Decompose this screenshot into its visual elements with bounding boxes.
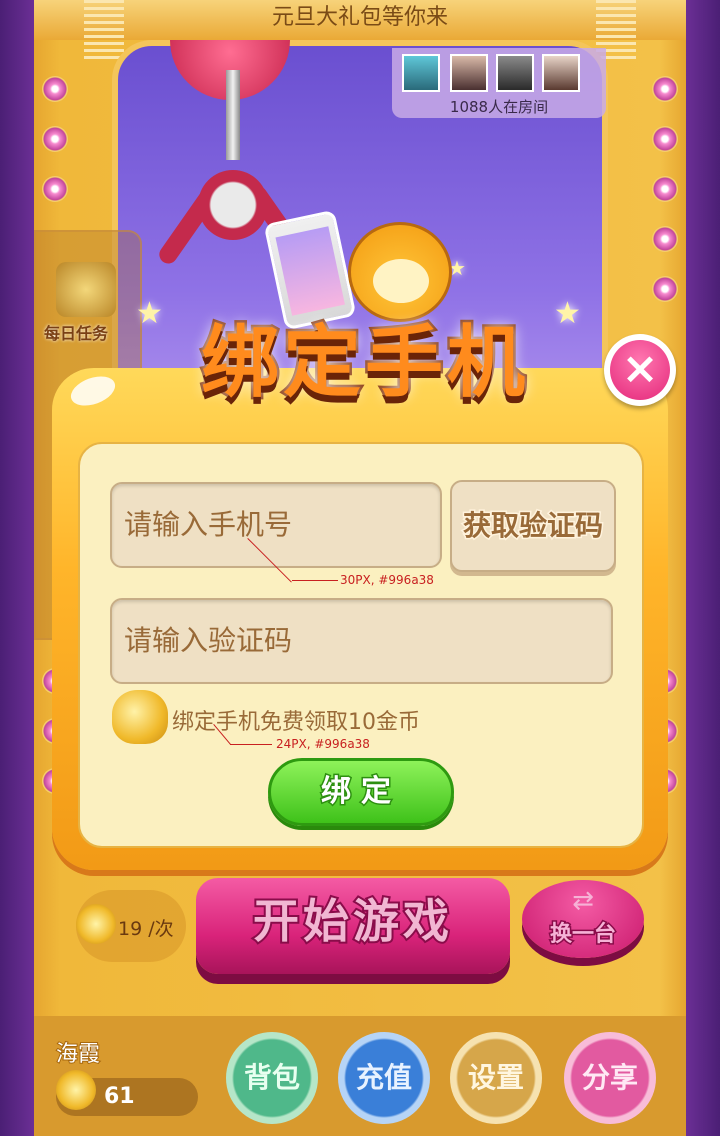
annotation-phone-field: 30PX, #996a38 — [340, 573, 434, 587]
light-bulb — [652, 126, 678, 152]
dialog-title: 绑定手机 — [198, 316, 529, 411]
share-button[interactable]: 分享 — [564, 1032, 656, 1124]
start-game-button[interactable]: 开始游戏 — [196, 878, 510, 974]
light-bulb — [42, 176, 68, 202]
light-bulb — [652, 176, 678, 202]
annotation-bonus: 24PX, #996a38 — [276, 737, 370, 751]
recharge-button[interactable]: 充值 — [338, 1032, 430, 1124]
phone-input[interactable]: 请输入手机号 — [110, 482, 442, 568]
refresh-icon: ⇄ — [572, 886, 594, 916]
light-bulb — [42, 76, 68, 102]
bag-button[interactable]: 背包 — [226, 1032, 318, 1124]
avatar[interactable] — [402, 54, 440, 92]
username: 海霞 — [55, 1041, 101, 1068]
bind-button[interactable]: 绑定 — [268, 758, 454, 826]
coin-icon — [56, 1070, 96, 1110]
claw-hub — [198, 170, 268, 240]
price-pill: 19 /次 — [76, 890, 186, 962]
coin-balance: 61 — [104, 1084, 135, 1109]
star-decoration: ★ — [136, 296, 163, 331]
bind-bonus-text: 绑定手机免费领取10金币 — [172, 710, 420, 735]
avatar[interactable] — [542, 54, 580, 92]
task-scroll-icon[interactable] — [56, 262, 116, 317]
light-bulb — [652, 276, 678, 302]
verification-code-input[interactable]: 请输入验证码 — [110, 598, 613, 684]
coin-icon — [76, 904, 116, 944]
room-count: 1088人在房间 — [449, 98, 549, 116]
light-bulb — [42, 126, 68, 152]
bear-mascot — [348, 222, 452, 322]
daily-task-label[interactable]: 每日任务 — [44, 320, 108, 344]
phone-screen — [275, 226, 345, 316]
price-per-play: 19 /次 — [118, 918, 174, 940]
get-code-button[interactable]: 获取验证码 — [450, 480, 616, 572]
room-avatars: 1088人在房间 — [392, 48, 606, 118]
promo-title: 元旦大礼包等你来 — [271, 5, 448, 30]
coin-bag-icon — [112, 690, 168, 744]
light-bulb — [652, 226, 678, 252]
game-screen: 元旦大礼包等你来 1088人在房间 每日任务 19 /次 开始游戏 ⇄ 换一台 — [0, 0, 720, 1136]
switch-machine-button[interactable]: ⇄ 换一台 — [522, 880, 644, 958]
annotation-line — [230, 744, 272, 745]
switch-machine-label: 换一台 — [548, 921, 617, 949]
close-icon: × — [610, 340, 670, 400]
close-button[interactable]: × — [604, 334, 676, 406]
annotation-line — [292, 580, 338, 581]
light-bulb — [652, 76, 678, 102]
settings-button[interactable]: 设置 — [450, 1032, 542, 1124]
bear-face — [373, 259, 429, 303]
avatar[interactable] — [496, 54, 534, 92]
star-decoration: ★ — [554, 296, 581, 331]
claw-rod — [226, 70, 240, 160]
avatar[interactable] — [450, 54, 488, 92]
